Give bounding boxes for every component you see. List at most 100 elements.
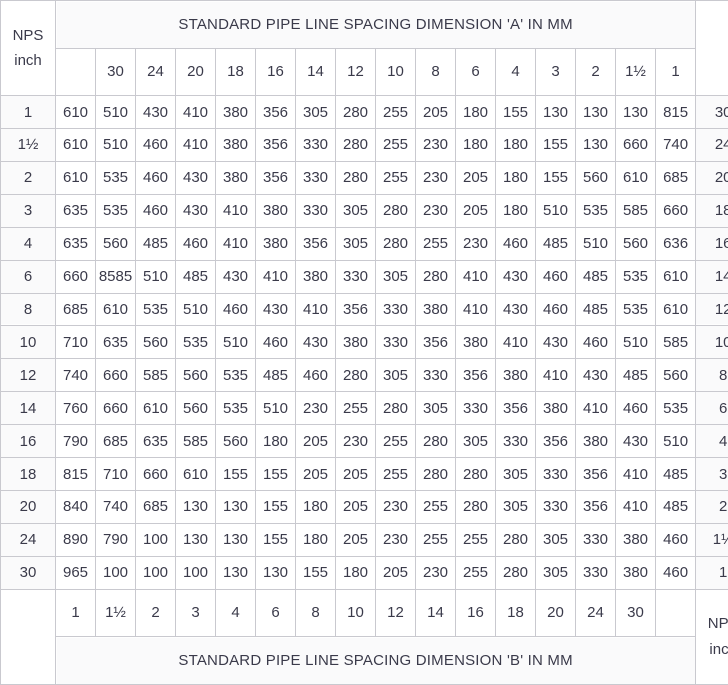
table-row: 12 740 660 585 560 535 485 460 280 305 330 356 380 41… [0,358,728,393]
data-cell: 280 [455,457,496,491]
data-cell: 280 [455,489,496,524]
data-cell: 535 [95,160,136,195]
data-cell: 155 [215,457,256,491]
top-column-header-row: 30 24 20 18 16 14 12 10 8 6 4 3 2 1½ 1 [1,47,728,97]
data-cell: 410 [175,95,216,129]
data-cell: 180 [255,424,296,459]
data-cell: 255 [415,522,456,557]
data-cell: 460 [135,160,176,195]
data-cell: 205 [295,457,336,491]
data-cell: 130 [575,128,616,162]
data-cell: 8585 [95,259,136,294]
data-cell: 305 [535,522,576,557]
data-cell: 155 [535,160,576,195]
data-cell: 180 [495,193,536,228]
data-cell: 255 [455,522,496,557]
data-cell: 205 [455,160,496,195]
bottom-col-header-3: 2 [135,588,176,638]
data-cell: 255 [415,489,456,524]
top-col-header-11: 4 [495,47,536,97]
data-cell: 410 [215,226,256,261]
data-cell: 430 [615,424,656,459]
data-cell: 610 [55,95,96,129]
data-cell: 280 [375,226,416,261]
data-cell: 790 [55,424,96,459]
data-cell: 560 [175,391,216,426]
data-cell: 410 [615,489,656,524]
data-cell: 305 [375,259,416,294]
row-label-left: 12 [0,358,56,393]
data-cell: 635 [135,424,176,459]
dimension-a-banner: STANDARD PIPE LINE SPACING DIMENSION 'A'… [54,0,697,49]
data-cell: 356 [575,489,616,524]
data-cell: 790 [95,522,136,557]
data-cell: 485 [575,292,616,327]
bottom-left-blank-cell [0,588,56,685]
data-cell: 380 [415,292,456,327]
data-cell: 305 [375,358,416,393]
data-cell: 330 [495,424,536,459]
bottom-col-header-blank [654,588,697,638]
data-cell: 155 [295,555,336,590]
data-cell: 585 [135,358,176,393]
data-cell: 460 [255,325,296,360]
data-cell: 380 [215,160,256,195]
data-cell: 560 [175,358,216,393]
data-cell: 430 [495,292,536,327]
data-cell: 255 [335,391,376,426]
top-banner-row: NPS inch STANDARD PIPE LINE SPACING DIMENS… [0,0,728,97]
data-cell: 100 [95,555,136,590]
data-cell: 130 [255,555,296,590]
bottom-col-header-4: 3 [175,588,216,638]
data-cell: 560 [615,226,656,261]
data-cell: 280 [335,358,376,393]
data-cell: 410 [215,193,256,228]
data-cell: 485 [175,259,216,294]
data-cell: 410 [455,292,496,327]
data-cell: 180 [495,128,536,162]
data-cell: 155 [255,522,296,557]
data-cell: 430 [175,160,216,195]
data-cell: 305 [455,424,496,459]
data-cell: 410 [455,259,496,294]
data-cell: 485 [255,358,296,393]
data-cell: 685 [135,489,176,524]
data-cell: 460 [135,193,176,228]
data-cell: 330 [295,193,336,228]
data-cell: 230 [375,522,416,557]
table-row: 24 890 790 100 130 130 155 180 205 230 255 255 280 30… [0,522,728,557]
data-cell: 510 [135,259,176,294]
data-cell: 560 [95,226,136,261]
data-cell: 280 [335,128,376,162]
data-cell: 460 [175,226,216,261]
data-cell: 380 [215,95,256,129]
table-row: 16 790 685 635 585 560 180 205 230 255 280 305 330 35… [0,424,728,459]
data-cell: 205 [335,522,376,557]
inch-label-top: inch [14,52,42,70]
data-cell: 710 [95,457,136,491]
row-label-left: 20 [0,489,56,524]
data-cell: 460 [535,292,576,327]
data-cell: 380 [455,325,496,360]
data-cell: 130 [575,95,616,129]
data-cell: 610 [615,160,656,195]
row-label-left: 24 [0,522,56,557]
data-cell: 280 [495,522,536,557]
data-cell: 205 [415,95,456,129]
bottom-col-header-1: 1 [55,588,96,638]
data-cell: 685 [95,424,136,459]
data-cell: 330 [455,391,496,426]
nps-inch-corner-top-left: NPS inch [0,0,56,97]
data-cell: 535 [135,292,176,327]
data-cell: 356 [255,95,296,129]
row-label-left: 1½ [0,128,56,162]
data-cell: 305 [335,226,376,261]
data-cell: 660 [95,391,136,426]
row-label-left: 14 [0,391,56,426]
data-cell: 230 [375,489,416,524]
row-label-right: 1 [695,555,728,590]
data-cell: 255 [375,95,416,129]
row-label-left: 10 [0,325,56,360]
row-label-left: 16 [0,424,56,459]
data-cell: 410 [535,358,576,393]
